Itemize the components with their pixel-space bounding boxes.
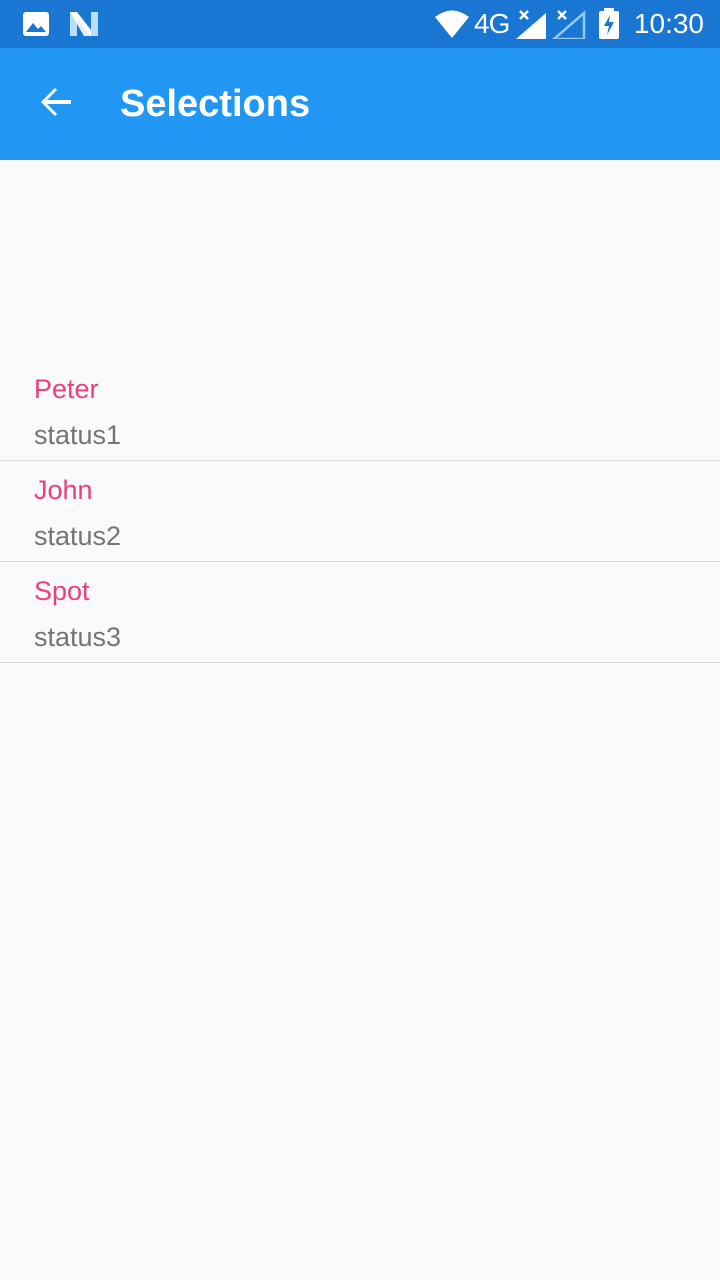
cell-signal-icon — [514, 0, 548, 48]
selection-list: Peter status1 John status2 Spot status3 — [0, 360, 720, 663]
list-item-status: status1 — [34, 420, 122, 450]
wifi-icon — [434, 0, 470, 48]
status-bar: 4G 10:30 — [0, 0, 720, 48]
page-title: Selections — [120, 83, 311, 125]
list-item-name: Peter — [34, 374, 99, 404]
list-item[interactable]: Peter status1 — [0, 360, 720, 461]
notification-n-icon — [68, 0, 100, 48]
back-button[interactable] — [22, 68, 90, 140]
list-item-name: John — [34, 475, 93, 505]
arrow-back-icon — [38, 84, 74, 125]
cell-signal-2-icon — [552, 0, 586, 48]
app-bar: Selections — [0, 48, 720, 160]
network-type-label: 4G — [474, 8, 510, 39]
battery-charging-icon — [598, 0, 620, 48]
list-item[interactable]: Spot status3 — [0, 562, 720, 663]
image-icon — [22, 0, 50, 48]
list-item-name: Spot — [34, 576, 90, 606]
list-item-status: status3 — [34, 622, 122, 652]
status-time: 10:30 — [633, 8, 704, 39]
list-item[interactable]: John status2 — [0, 461, 720, 562]
list-item-status: status2 — [34, 521, 122, 551]
